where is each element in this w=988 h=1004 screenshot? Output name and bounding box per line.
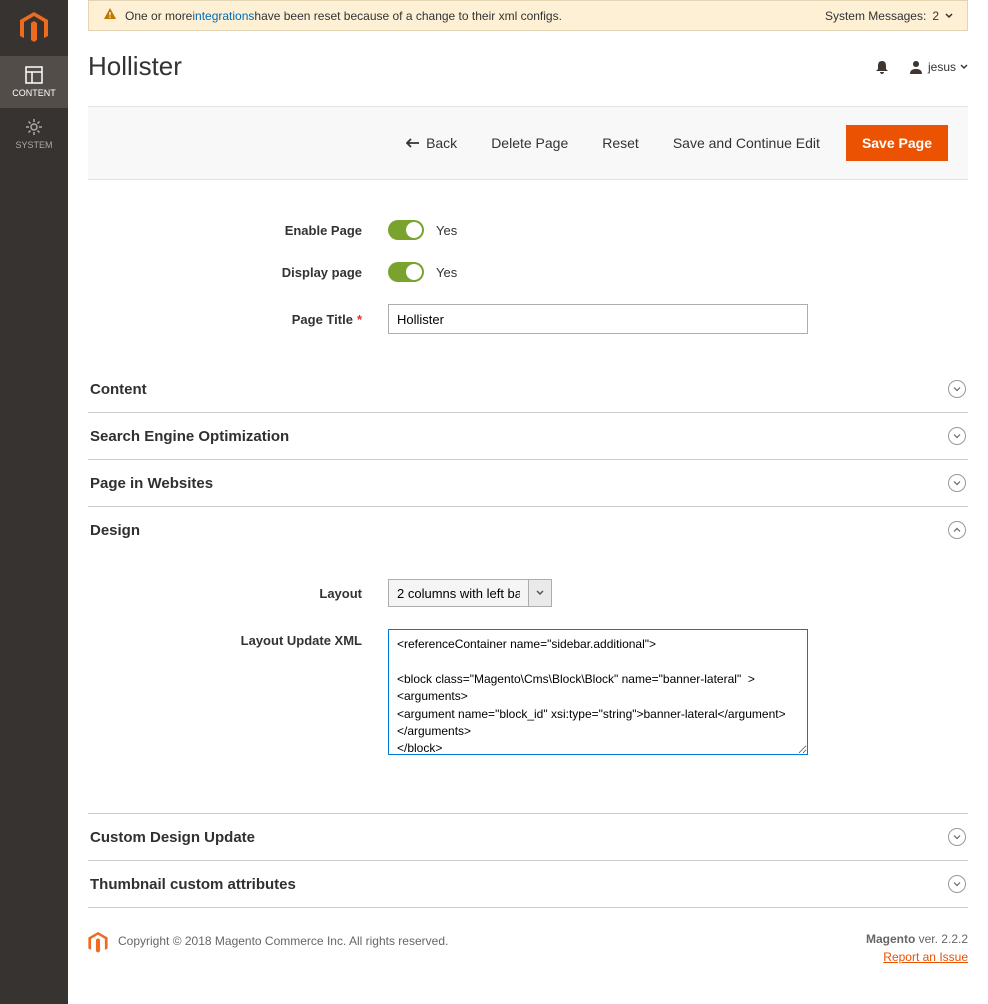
action-bar: Back Delete Page Reset Save and Continue…	[88, 106, 968, 180]
warning-icon	[103, 7, 117, 24]
user-menu[interactable]: jesus	[908, 59, 968, 75]
magento-logo-small	[88, 932, 108, 957]
copyright-text: Copyright © 2018 Magento Commerce Inc. A…	[118, 932, 866, 948]
chevron-down-icon	[948, 427, 966, 445]
chevron-down-icon	[948, 875, 966, 893]
chevron-down-icon	[948, 380, 966, 398]
section-custom-title: Custom Design Update	[90, 829, 948, 846]
section-thumbnail[interactable]: Thumbnail custom attributes	[88, 861, 968, 907]
section-seo-title: Search Engine Optimization	[90, 428, 948, 445]
save-continue-button[interactable]: Save and Continue Edit	[665, 129, 828, 157]
sysmsg-counter[interactable]: System Messages: 2	[825, 9, 953, 23]
section-thumbnail-title: Thumbnail custom attributes	[90, 876, 948, 893]
layout-label: Layout	[88, 586, 388, 601]
page-header: Hollister jesus	[68, 31, 988, 106]
footer-version: ver. 2.2.2	[915, 932, 968, 946]
nav-system-label: SYSTEM	[15, 140, 52, 150]
page-title-label: Page Title*	[88, 312, 388, 327]
section-content-title: Content	[90, 381, 948, 398]
section-design-title: Design	[90, 522, 948, 539]
magento-logo[interactable]	[0, 0, 68, 56]
system-message-bar: One or more integrations have been reset…	[88, 0, 968, 31]
report-issue-link[interactable]: Report an Issue	[866, 950, 968, 964]
section-custom-design[interactable]: Custom Design Update	[88, 814, 968, 860]
enable-page-toggle[interactable]	[388, 220, 424, 240]
nav-content[interactable]: CONTENT	[0, 56, 68, 108]
reset-button[interactable]: Reset	[594, 129, 647, 157]
page-title-input[interactable]	[388, 304, 808, 334]
chevron-down-icon	[948, 474, 966, 492]
chevron-down-icon	[945, 12, 953, 20]
section-websites[interactable]: Page in Websites	[88, 460, 968, 506]
chevron-down-icon	[948, 828, 966, 846]
sysmsg-counter-value: 2	[932, 9, 939, 23]
user-name: jesus	[928, 60, 956, 74]
display-page-label: Display page	[88, 265, 388, 280]
sysmsg-text2: have been reset because of a change to t…	[254, 9, 562, 23]
layout-xml-textarea[interactable]	[388, 629, 808, 755]
sysmsg-link[interactable]: integrations	[192, 9, 254, 23]
sysmsg-text: One or more	[125, 9, 192, 23]
back-button[interactable]: Back	[398, 129, 465, 157]
page-footer: Copyright © 2018 Magento Commerce Inc. A…	[68, 908, 988, 1004]
nav-system[interactable]: SYSTEM	[0, 108, 68, 160]
chevron-up-icon	[948, 521, 966, 539]
page-title: Hollister	[88, 51, 856, 82]
nav-content-label: CONTENT	[12, 88, 56, 98]
enable-page-label: Enable Page	[88, 223, 388, 238]
arrow-left-icon	[406, 138, 420, 148]
display-page-toggle[interactable]	[388, 262, 424, 282]
enable-page-value: Yes	[436, 223, 457, 238]
layout-xml-label: Layout Update XML	[88, 629, 388, 648]
layout-select[interactable]	[388, 579, 528, 607]
admin-sidenav: CONTENT SYSTEM	[0, 0, 68, 1004]
back-label: Back	[426, 135, 457, 151]
save-page-button[interactable]: Save Page	[846, 125, 948, 161]
layout-select-trigger[interactable]	[528, 579, 552, 607]
display-page-value: Yes	[436, 265, 457, 280]
sysmsg-counter-label: System Messages:	[825, 9, 926, 23]
section-content[interactable]: Content	[88, 366, 968, 412]
delete-page-button[interactable]: Delete Page	[483, 129, 576, 157]
section-design[interactable]: Design	[88, 507, 968, 553]
section-websites-title: Page in Websites	[90, 475, 948, 492]
footer-brand: Magento	[866, 932, 915, 946]
chevron-down-icon	[960, 63, 968, 71]
section-seo[interactable]: Search Engine Optimization	[88, 413, 968, 459]
notifications-icon[interactable]	[874, 59, 890, 75]
